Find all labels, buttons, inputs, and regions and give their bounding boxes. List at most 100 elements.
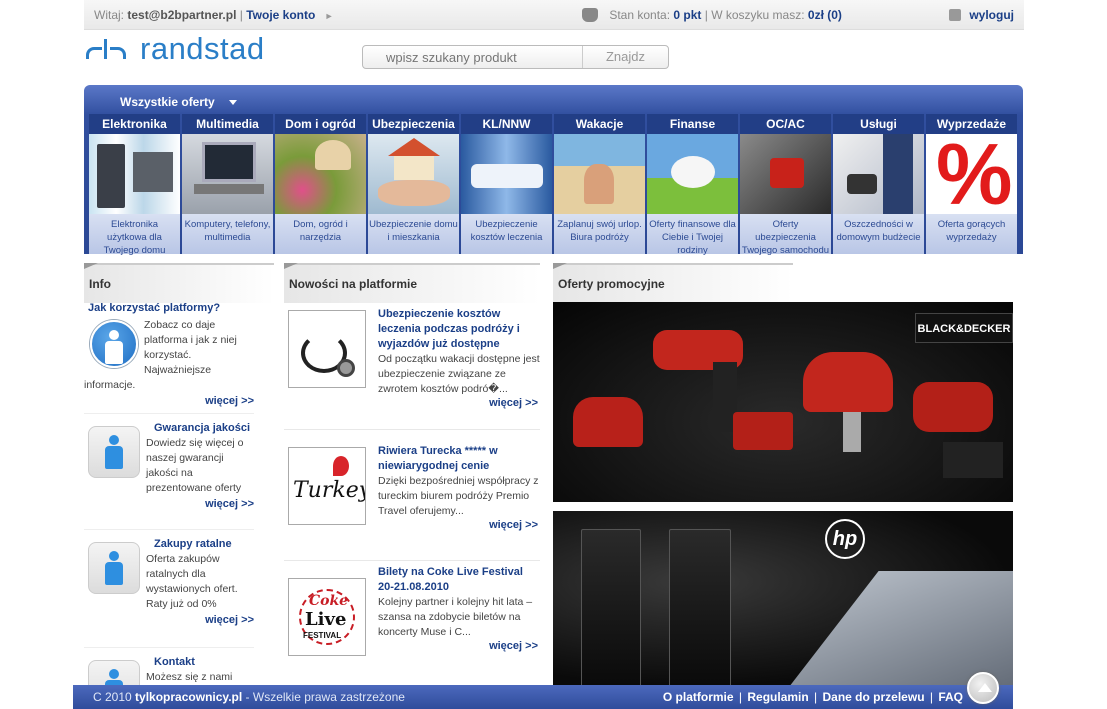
- more-link[interactable]: więcej >>: [489, 397, 538, 409]
- footer-link-transfer[interactable]: Dane do przelewu: [823, 690, 925, 704]
- coke-text: Coke: [309, 593, 349, 609]
- info-item-heading[interactable]: Zakupy ratalne: [154, 538, 232, 550]
- sales-image: %: [926, 134, 1017, 214]
- category-title: Finanse: [647, 114, 738, 134]
- cart-label: | W koszyku masz:: [704, 8, 805, 22]
- stethoscope-image[interactable]: [288, 310, 366, 388]
- info-item: Zakupy ratalne Oferta zakupów ratalnych …: [84, 538, 254, 648]
- multimedia-image: [182, 134, 273, 214]
- category-desc: Oferta gorących wyprzedaży: [926, 214, 1017, 254]
- cart-icon: [582, 8, 598, 22]
- category-services[interactable]: Usługi Oszczedności w domowym budżecie: [833, 114, 924, 254]
- category-title: OC/AC: [740, 114, 831, 134]
- festival-text: FESTIVAL: [303, 631, 342, 640]
- balance-label: Stan konta:: [609, 8, 671, 22]
- balance-info: Stan konta: 0 pkt | W koszyku masz: 0zł …: [582, 8, 842, 22]
- search-button[interactable]: Znajdz: [582, 46, 668, 68]
- news-item-heading[interactable]: Bilety na Coke Live Festival 20-21.08.20…: [378, 565, 540, 595]
- account-link[interactable]: Twoje konto: [246, 8, 315, 22]
- black-decker-banner[interactable]: BLACK&DECKER: [553, 302, 1013, 502]
- info-item-heading[interactable]: Kontakt: [154, 656, 195, 668]
- info-item: Jak korzystać platformy? Zobacz co daje …: [84, 302, 254, 414]
- footer-link-faq[interactable]: FAQ: [938, 690, 963, 704]
- category-home-garden[interactable]: Dom i ogród Dom, ogród i narzędzia: [275, 114, 366, 254]
- welcome-text: Witaj: test@b2bpartner.pl | Twoje konto …: [94, 8, 334, 22]
- category-title: Dom i ogród: [275, 114, 366, 134]
- electronics-image: [89, 134, 180, 214]
- news-item: Ubezpieczenie kosztów leczenia podczas p…: [284, 302, 540, 430]
- category-ocac[interactable]: OC/AC Oferty ubezpieczenia Twojego samoc…: [740, 114, 831, 256]
- footer-link-about[interactable]: O platformie: [663, 690, 734, 704]
- category-title: Usługi: [833, 114, 924, 134]
- services-image: [833, 134, 924, 214]
- arrow-right-icon: ►: [324, 11, 334, 21]
- category-title: KL/NNW: [461, 114, 552, 134]
- news-item-body: Kolejny partner i kolejny hit lata – sza…: [378, 596, 533, 638]
- all-offers-label: Wszystkie oferty: [120, 95, 215, 109]
- logout-label: wyloguj: [969, 8, 1014, 22]
- welcome-prefix: Witaj:: [94, 8, 124, 22]
- more-link[interactable]: więcej >>: [84, 614, 254, 626]
- category-desc: Ubezpieczenie domu i mieszkania: [368, 214, 459, 254]
- news-item-body: Dzięki bezpośredniej współpracy z tureck…: [378, 475, 539, 517]
- category-multimedia[interactable]: Multimedia Komputery, telefony, multimed…: [182, 114, 273, 254]
- info-item-heading[interactable]: Gwarancja jakości: [154, 422, 250, 434]
- news-item: Coke Live FESTIVAL Bilety na Coke Live F…: [284, 566, 540, 660]
- logo-text: randstad: [140, 31, 265, 66]
- info-list: Jak korzystać platformy? Zobacz co daje …: [84, 302, 274, 709]
- klnnw-image: [461, 134, 552, 214]
- coke-live-logo-image[interactable]: Coke Live FESTIVAL: [288, 578, 366, 656]
- info-item-heading[interactable]: Jak korzystać platformy?: [88, 302, 254, 314]
- news-item-heading[interactable]: Riwiera Turecka ***** w niewiarygodnej c…: [378, 444, 540, 474]
- finance-image: [647, 134, 738, 214]
- footer: C 2010 tylkopracownicy.pl - Wszelkie pra…: [73, 685, 1013, 709]
- news-item: Turkey Riwiera Turecka ***** w niewiaryg…: [284, 439, 540, 561]
- news-item-heading[interactable]: Ubezpieczenie kosztów leczenia podczas p…: [378, 307, 540, 352]
- accessibility-icon: [90, 320, 138, 368]
- hp-logo: hp: [825, 519, 865, 559]
- copyright-prefix: C 2010: [93, 690, 132, 704]
- search-input[interactable]: [363, 46, 583, 68]
- more-link[interactable]: więcej >>: [489, 519, 538, 531]
- promo-header: Oferty promocyjne: [553, 263, 793, 303]
- more-link[interactable]: więcej >>: [489, 640, 538, 652]
- copyright: C 2010 tylkopracownicy.pl - Wszelkie pra…: [93, 685, 405, 709]
- more-link[interactable]: więcej >>: [84, 395, 254, 407]
- turkey-logo-image[interactable]: Turkey: [288, 447, 366, 525]
- lock-icon: [949, 9, 962, 21]
- ocac-image: [740, 134, 831, 214]
- promo-banners: BLACK&DECKER hp: [553, 302, 1013, 687]
- site-name[interactable]: tylkopracownicy.pl: [135, 690, 242, 704]
- cart-value[interactable]: 0zł (0): [808, 8, 842, 22]
- footer-link-terms[interactable]: Regulamin: [747, 690, 808, 704]
- news-header: Nowości na platformie: [284, 263, 540, 303]
- hp-banner[interactable]: hp: [553, 511, 1013, 687]
- more-link[interactable]: więcej >>: [84, 498, 254, 510]
- category-holidays[interactable]: Wakacje Zaplanuj swój urlop. Biura podró…: [554, 114, 645, 254]
- category-title: Ubezpieczenia: [368, 114, 459, 134]
- category-finance[interactable]: Finanse Oferty finansowe dla Ciebie i Tw…: [647, 114, 738, 256]
- category-electronics[interactable]: Elektronika Elektronika użytkowa dla Two…: [89, 114, 180, 256]
- copyright-suffix: - Wszelkie prawa zastrzeżone: [245, 690, 405, 704]
- category-desc: Ubezpieczenie kosztów leczenia: [461, 214, 552, 254]
- category-title: Multimedia: [182, 114, 273, 134]
- category-insurance[interactable]: Ubezpieczenia Ubezpieczenie domu i miesz…: [368, 114, 459, 254]
- logout-link[interactable]: wyloguj: [949, 8, 1014, 22]
- user-email: test@b2bpartner.pl: [127, 8, 237, 22]
- category-title: Elektronika: [89, 114, 180, 134]
- all-offers-dropdown[interactable]: Wszystkie oferty: [120, 95, 237, 109]
- category-klnnw[interactable]: KL/NNW Ubezpieczenie kosztów leczenia: [461, 114, 552, 254]
- scroll-to-top-button[interactable]: [967, 672, 999, 704]
- category-desc: Oferty ubezpieczenia Twojego samochodu: [740, 214, 831, 256]
- category-title: Wyprzedaże: [926, 114, 1017, 134]
- category-sales[interactable]: Wyprzedaże % Oferta gorących wyprzedaży: [926, 114, 1017, 254]
- category-title: Wakacje: [554, 114, 645, 134]
- info-item: Gwarancja jakości Dowiedz się więcej o n…: [84, 422, 254, 530]
- news-list: Ubezpieczenie kosztów leczenia podczas p…: [284, 302, 540, 669]
- category-desc: Elektronika użytkowa dla Twojego domu: [89, 214, 180, 256]
- category-list: Elektronika Elektronika użytkowa dla Two…: [89, 114, 1019, 256]
- info-header: Info: [84, 263, 274, 303]
- news-item-body: Od początku wakacji dostępne jest ubezpi…: [378, 353, 540, 395]
- category-desc: Komputery, telefony, multimedia: [182, 214, 273, 254]
- category-nav: Wszystkie oferty Elektronika Elektronika…: [84, 85, 1023, 256]
